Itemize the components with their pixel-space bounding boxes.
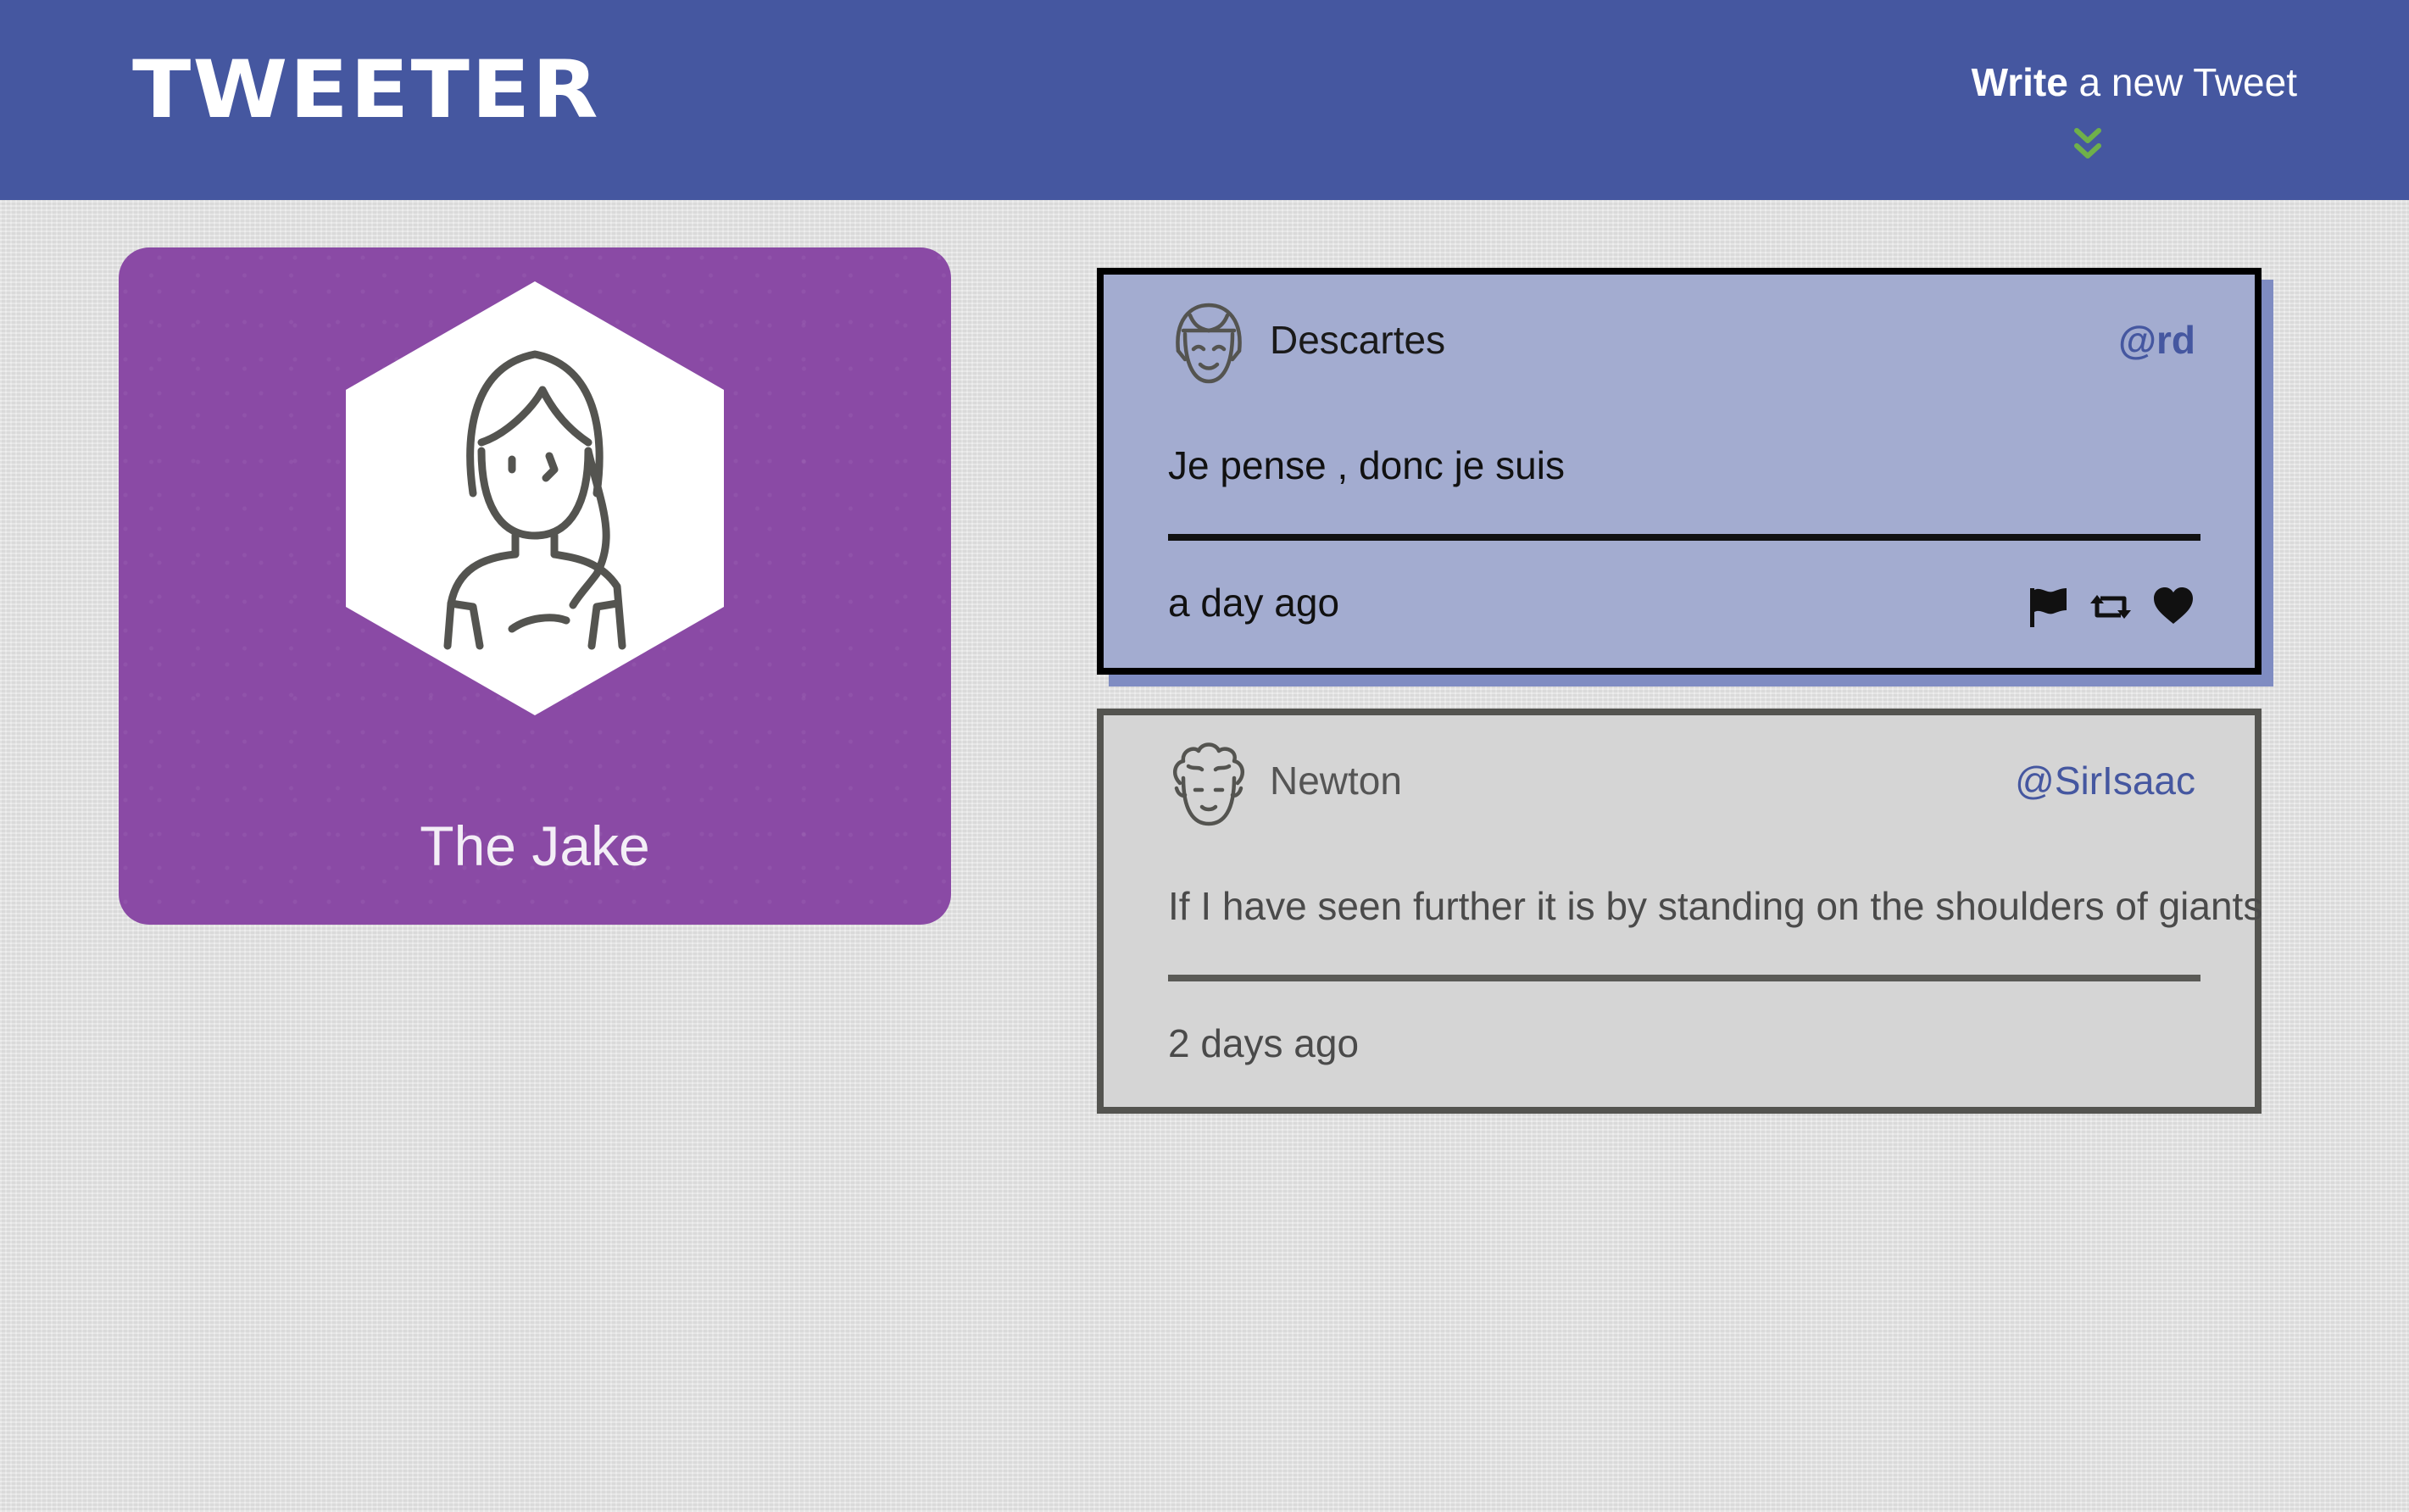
top-nav: TWEETER Write a new Tweet xyxy=(0,0,2409,200)
tweet-content: Je pense , donc je suis xyxy=(1168,443,1565,487)
write-new-tweet-toggle[interactable]: Write a new Tweet xyxy=(1899,53,2297,180)
tweet-card[interactable]: Newton @SirIsaac If I have seen further … xyxy=(1097,709,2262,1114)
tweet-divider xyxy=(1168,534,2200,541)
tweet-timestamp: 2 days ago xyxy=(1168,1021,1360,1065)
double-chevron-down-icon[interactable] xyxy=(2073,127,2102,163)
tweet-actions xyxy=(2007,585,2195,629)
profile-name: The Jake xyxy=(420,814,650,877)
tweet-content: If I have seen further it is by standing… xyxy=(1168,884,2263,928)
heart-icon[interactable] xyxy=(2151,585,2195,629)
tweet-author-name: Descartes xyxy=(1270,318,1446,362)
write-new-tweet-label[interactable]: Write a new Tweet xyxy=(1972,61,2297,104)
retweet-icon[interactable] xyxy=(2089,585,2133,629)
tweet-author-handle[interactable]: @SirIsaac xyxy=(2015,759,2195,803)
tweet-card[interactable]: Descartes @rd Je pense , donc je suis a … xyxy=(1097,268,2262,675)
newton-avatar-icon xyxy=(1172,742,1245,826)
profile-card: The Jake xyxy=(119,247,951,925)
tweet-author-handle[interactable]: @rd xyxy=(2118,319,2195,362)
user-avatar-icon xyxy=(346,281,724,715)
descartes-avatar-icon xyxy=(1176,303,1242,384)
app-logo[interactable]: TWEETER xyxy=(132,51,600,131)
tweet-divider xyxy=(1168,975,2200,981)
tweet-author-name: Newton xyxy=(1270,759,1402,803)
tweet-timestamp: a day ago xyxy=(1168,581,1340,625)
flag-icon[interactable] xyxy=(2026,585,2070,629)
